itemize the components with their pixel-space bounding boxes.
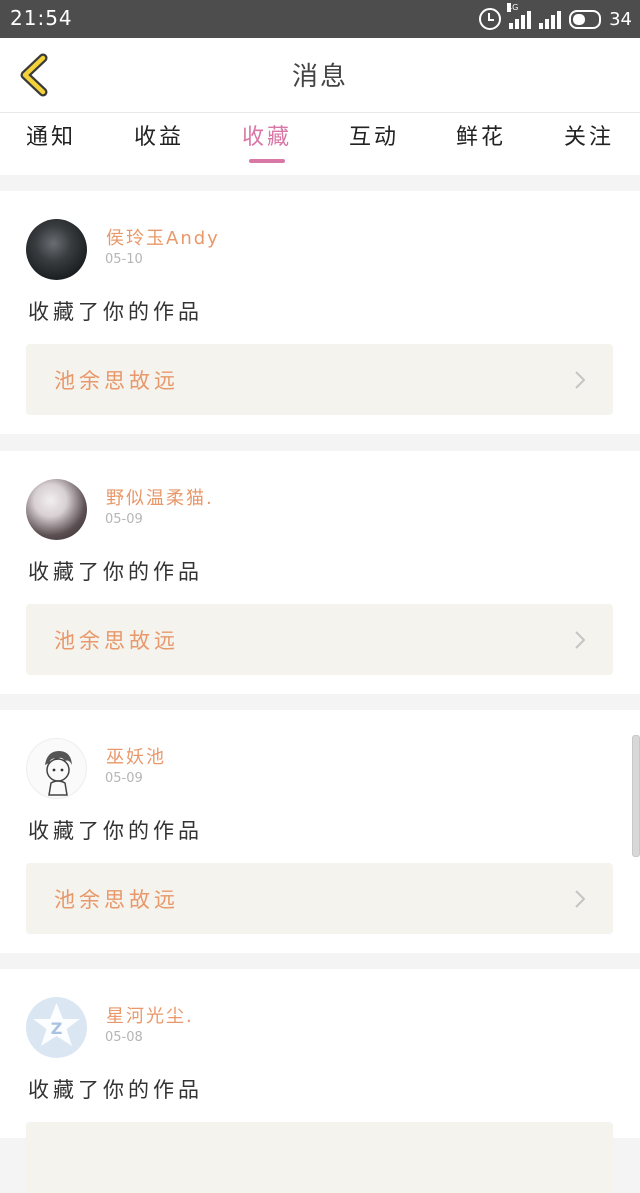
work-title: 池余思故远 bbox=[54, 629, 179, 653]
battery-level: 34 bbox=[609, 8, 632, 30]
message-date: 05-09 bbox=[105, 512, 143, 527]
list-item: 侯玲玉Andy 05-10 收藏了你的作品 池余思故远 bbox=[0, 191, 640, 434]
header: 消息 bbox=[0, 38, 640, 113]
action-text: 收藏了你的作品 bbox=[28, 1078, 203, 1102]
chevron-right-icon bbox=[575, 631, 585, 649]
qq-star-icon: Z bbox=[33, 1003, 80, 1046]
work-link[interactable]: 池余思故远 bbox=[26, 863, 613, 934]
signal-icon: 4G bbox=[507, 3, 532, 29]
tab-earnings[interactable]: 收益 bbox=[114, 119, 204, 151]
avatar[interactable] bbox=[26, 738, 87, 799]
work-title: 池余思故远 bbox=[54, 369, 179, 393]
network-type: 4G bbox=[507, 3, 519, 12]
action-text: 收藏了你的作品 bbox=[28, 300, 203, 324]
avatar[interactable] bbox=[26, 479, 87, 540]
alarm-icon bbox=[479, 8, 502, 30]
tab-bar: 通知 收益 收藏 互动 鲜花 关注 bbox=[0, 113, 640, 175]
user-name[interactable]: 巫妖池 bbox=[106, 743, 166, 769]
action-text: 收藏了你的作品 bbox=[28, 560, 203, 584]
active-tab-indicator bbox=[249, 159, 285, 163]
tab-interactions[interactable]: 互动 bbox=[329, 119, 419, 151]
list-item: Z 星河光尘. 05-08 收藏了你的作品 bbox=[0, 969, 640, 1193]
work-link[interactable] bbox=[26, 1122, 613, 1193]
battery-icon bbox=[569, 9, 602, 29]
tab-following[interactable]: 关注 bbox=[544, 119, 634, 151]
message-date: 05-10 bbox=[105, 252, 143, 267]
chevron-right-icon bbox=[575, 890, 585, 908]
list-item: 巫妖池 05-09 收藏了你的作品 池余思故远 bbox=[0, 710, 640, 953]
user-name[interactable]: 侯玲玉Andy bbox=[106, 224, 220, 250]
status-bar: 21:54 4G 34 bbox=[0, 0, 640, 38]
avatar[interactable]: Z bbox=[26, 997, 87, 1058]
scrollbar[interactable] bbox=[632, 735, 640, 857]
list-item: 野似温柔猫. 05-09 收藏了你的作品 池余思故远 bbox=[0, 451, 640, 694]
page-title: 消息 bbox=[291, 62, 348, 92]
signal-icon-2 bbox=[539, 9, 562, 29]
user-name[interactable]: 星河光尘. bbox=[106, 1002, 194, 1028]
tab-flowers[interactable]: 鲜花 bbox=[436, 119, 526, 151]
user-name[interactable]: 野似温柔猫. bbox=[106, 484, 214, 510]
status-time: 21:54 bbox=[10, 6, 73, 30]
tab-notifications[interactable]: 通知 bbox=[6, 119, 96, 151]
action-text: 收藏了你的作品 bbox=[28, 819, 203, 843]
svg-text:Z: Z bbox=[51, 1019, 63, 1038]
status-icons: 4G 34 bbox=[479, 3, 632, 33]
chevron-right-icon bbox=[575, 371, 585, 389]
avatar[interactable] bbox=[26, 219, 87, 280]
work-link[interactable]: 池余思故远 bbox=[26, 604, 613, 675]
tab-favorites[interactable]: 收藏 bbox=[222, 119, 312, 151]
message-date: 05-08 bbox=[105, 1030, 143, 1045]
message-date: 05-09 bbox=[105, 771, 143, 786]
sketch-avatar-icon bbox=[45, 751, 72, 796]
work-link[interactable]: 池余思故远 bbox=[26, 344, 613, 415]
work-title: 池余思故远 bbox=[54, 888, 179, 912]
